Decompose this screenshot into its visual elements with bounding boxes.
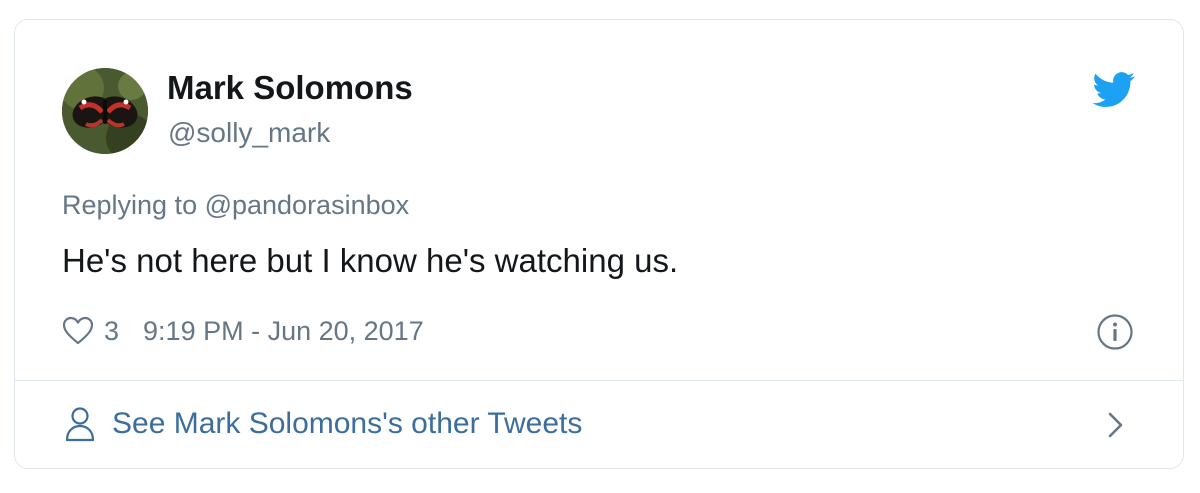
tweet-card[interactable]: Mark Solomons @solly_mark Replying to @p…: [14, 19, 1184, 469]
tweet-meta: 3 9:19 PM - Jun 20, 2017: [62, 313, 424, 349]
replying-to[interactable]: Replying to @pandorasinbox: [62, 188, 409, 222]
person-icon: [65, 407, 95, 442]
info-icon[interactable]: [1096, 313, 1134, 351]
see-other-tweets-link[interactable]: See Mark Solomons's other Tweets: [15, 382, 1183, 468]
butterfly-avatar-image: [62, 68, 148, 154]
avatar[interactable]: [62, 68, 148, 154]
twitter-bird-icon[interactable]: [1092, 72, 1136, 108]
author-handle[interactable]: @solly_mark: [168, 116, 330, 150]
author-name[interactable]: Mark Solomons: [167, 69, 413, 107]
divider: [15, 380, 1183, 381]
chevron-right-icon[interactable]: [1105, 410, 1127, 440]
tweet-timestamp[interactable]: 9:19 PM - Jun 20, 2017: [143, 316, 424, 347]
heart-icon[interactable]: [62, 316, 94, 346]
see-other-tweets-label[interactable]: See Mark Solomons's other Tweets: [112, 406, 582, 442]
like-count[interactable]: 3: [104, 316, 119, 347]
tweet-text: He's not here but I know he's watching u…: [62, 242, 679, 279]
